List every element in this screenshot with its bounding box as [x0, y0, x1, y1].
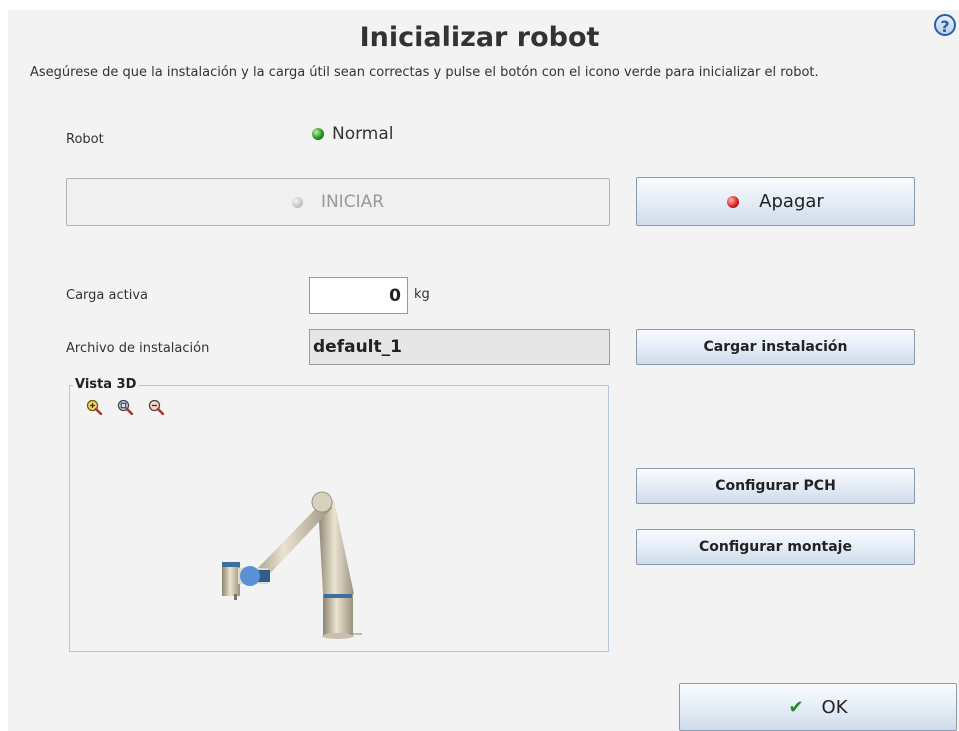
- load-installation-button[interactable]: Cargar instalación: [636, 329, 915, 365]
- view-3d-legend: Vista 3D: [73, 377, 139, 392]
- ok-button[interactable]: ✔ OK: [679, 683, 957, 731]
- instructions-text: Asegúrese de que la instalación y la car…: [30, 65, 819, 80]
- zoom-fit-icon[interactable]: [117, 399, 133, 415]
- power-off-label: Apagar: [759, 191, 824, 212]
- robot-status: Normal: [312, 124, 394, 144]
- red-led-icon: [727, 195, 740, 208]
- zoom-out-icon[interactable]: [148, 399, 164, 415]
- status-green-led-icon: [312, 128, 324, 140]
- start-button-label: INICIAR: [320, 192, 385, 212]
- installation-file-field: default_1: [309, 329, 610, 365]
- robot-arm-model: [222, 491, 362, 639]
- zoom-in-icon[interactable]: [86, 399, 102, 415]
- robot-label: Robot: [66, 132, 104, 147]
- start-button[interactable]: INICIAR: [66, 178, 610, 226]
- help-icon[interactable]: ?: [934, 14, 956, 36]
- robot-status-text: Normal: [332, 124, 394, 144]
- checkmark-icon: ✔: [788, 696, 804, 718]
- payload-label: Carga activa: [66, 288, 148, 303]
- payload-unit: kg: [414, 287, 430, 302]
- payload-input[interactable]: 0: [309, 277, 408, 314]
- configure-mounting-button[interactable]: Configurar montaje: [636, 529, 915, 565]
- installation-file-label: Archivo de instalación: [66, 341, 210, 356]
- page-title: Inicializar robot: [359, 22, 600, 53]
- configure-tcp-button[interactable]: Configurar PCH: [636, 468, 915, 504]
- grey-led-icon: [291, 196, 303, 208]
- ok-button-label: OK: [821, 696, 848, 718]
- power-off-button[interactable]: Apagar: [636, 177, 915, 226]
